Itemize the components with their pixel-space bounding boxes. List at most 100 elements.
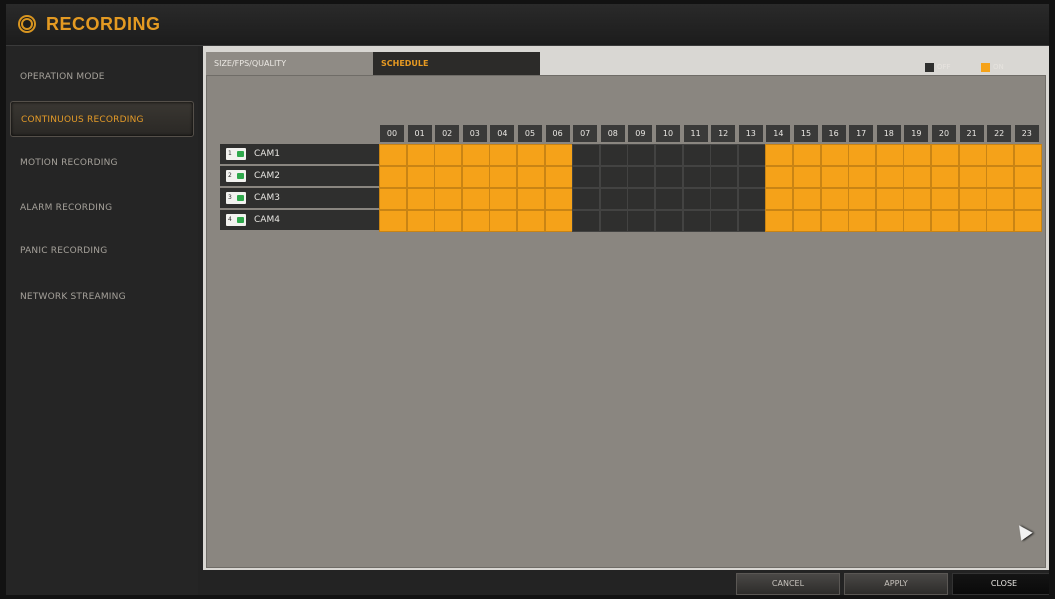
schedule-cell[interactable] [737,166,766,188]
schedule-cell[interactable] [931,210,959,232]
schedule-cell[interactable] [599,166,628,188]
schedule-cell[interactable] [820,144,849,166]
schedule-cell[interactable] [627,188,656,210]
schedule-cell[interactable] [1013,144,1042,166]
schedule-cell[interactable] [986,210,1015,232]
schedule-cell[interactable] [434,188,463,210]
schedule-cell[interactable] [875,166,904,188]
schedule-cell[interactable] [489,166,518,188]
schedule-cell[interactable] [765,188,794,210]
schedule-cell[interactable] [848,166,877,188]
hour-header-cell[interactable]: 18 [875,124,902,143]
schedule-cell[interactable] [379,144,407,166]
schedule-cell[interactable] [599,188,628,210]
schedule-cell[interactable] [903,210,932,232]
sidebar-item-network-streaming[interactable]: NETWORK STREAMING [10,279,194,315]
schedule-cell[interactable] [572,188,601,210]
schedule-cell[interactable] [737,210,766,232]
schedule-cell[interactable] [379,188,407,210]
hour-header-cell[interactable]: 07 [572,124,599,143]
hour-header-cell[interactable]: 21 [958,124,985,143]
schedule-cell[interactable] [820,188,849,210]
schedule-cell[interactable] [958,188,987,210]
schedule-cell[interactable] [903,144,932,166]
schedule-cell[interactable] [655,210,683,232]
schedule-cell[interactable] [765,144,794,166]
schedule-cell[interactable] [517,210,545,232]
schedule-cell[interactable] [793,166,821,188]
sidebar-item-continuous-recording[interactable]: CONTINUOUS RECORDING [10,101,194,137]
schedule-cell[interactable] [434,166,463,188]
schedule-cell[interactable] [958,144,987,166]
schedule-cell[interactable] [489,210,518,232]
schedule-cell[interactable] [710,210,739,232]
schedule-cell[interactable] [682,210,711,232]
hour-header-cell[interactable]: 13 [737,124,764,143]
schedule-cell[interactable] [406,144,435,166]
close-button[interactable]: CLOSE [952,573,1049,595]
schedule-cell[interactable] [406,210,435,232]
tab-size-fps-quality[interactable]: SIZE/FPS/QUALITY [206,52,373,75]
hour-header-cell[interactable]: 11 [682,124,709,143]
schedule-cell[interactable] [820,166,849,188]
schedule-cell[interactable] [737,188,766,210]
schedule-cell[interactable] [434,210,463,232]
schedule-cell[interactable] [903,188,932,210]
schedule-cell[interactable] [820,210,849,232]
schedule-cell[interactable] [682,166,711,188]
schedule-cell[interactable] [655,166,683,188]
hour-header-cell[interactable]: 17 [848,124,875,143]
schedule-cell[interactable] [1013,188,1042,210]
hour-header-cell[interactable]: 15 [793,124,819,143]
hour-header-cell[interactable]: 02 [434,124,461,143]
schedule-cell[interactable] [517,166,545,188]
schedule-cell[interactable] [627,144,656,166]
camera-row-label[interactable]: 3 CAM3 [220,188,379,209]
schedule-cell[interactable] [461,188,490,210]
schedule-cell[interactable] [461,210,490,232]
schedule-cell[interactable] [793,188,821,210]
schedule-cell[interactable] [986,166,1015,188]
hour-header-cell[interactable]: 16 [820,124,847,143]
schedule-cell[interactable] [544,188,573,210]
schedule-cell[interactable] [875,210,904,232]
schedule-cell[interactable] [1013,210,1042,232]
schedule-cell[interactable] [489,188,518,210]
schedule-cell[interactable] [986,188,1015,210]
schedule-cell[interactable] [848,210,877,232]
schedule-cell[interactable] [379,166,407,188]
schedule-cell[interactable] [655,188,683,210]
schedule-cell[interactable] [710,166,739,188]
schedule-cell[interactable] [572,166,601,188]
hour-header-cell[interactable]: 10 [655,124,681,143]
hour-header-cell[interactable]: 23 [1013,124,1040,143]
schedule-cell[interactable] [958,166,987,188]
schedule-cell[interactable] [572,210,601,232]
schedule-cell[interactable] [793,210,821,232]
schedule-cell[interactable] [931,144,959,166]
hour-header-cell[interactable]: 09 [627,124,654,143]
schedule-cell[interactable] [1013,166,1042,188]
schedule-cell[interactable] [931,166,959,188]
schedule-cell[interactable] [406,188,435,210]
hour-header-cell[interactable]: 03 [461,124,488,143]
schedule-cell[interactable] [682,188,711,210]
hour-header-cell[interactable]: 12 [710,124,737,143]
schedule-cell[interactable] [875,144,904,166]
schedule-cell[interactable] [627,166,656,188]
apply-button[interactable]: APPLY [844,573,948,595]
schedule-cell[interactable] [931,188,959,210]
hour-header-cell[interactable]: 14 [765,124,792,143]
schedule-cell[interactable] [434,144,463,166]
schedule-cell[interactable] [710,144,739,166]
schedule-cell[interactable] [875,188,904,210]
hour-header-cell[interactable]: 05 [517,124,543,143]
schedule-cell[interactable] [572,144,601,166]
schedule-cell[interactable] [406,166,435,188]
schedule-cell[interactable] [793,144,821,166]
schedule-cell[interactable] [958,210,987,232]
schedule-cell[interactable] [765,210,794,232]
schedule-cell[interactable] [737,144,766,166]
schedule-cell[interactable] [682,144,711,166]
hour-header-cell[interactable]: 19 [903,124,930,143]
